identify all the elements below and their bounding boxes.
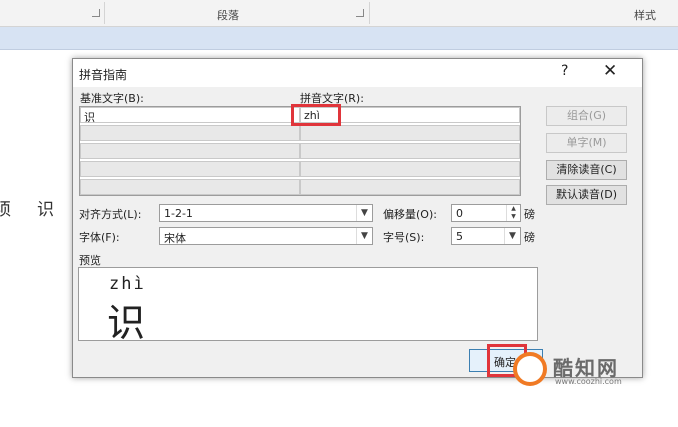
ribbon-bar: 段落 样式	[0, 0, 678, 27]
base-text-field[interactable]	[80, 179, 300, 195]
help-icon[interactable]: ?	[561, 63, 568, 79]
base-text-field[interactable]	[80, 161, 300, 177]
base-text-value: 识	[84, 111, 95, 124]
pinyin-text-field[interactable]	[300, 161, 520, 177]
chevron-down-icon[interactable]: ▼	[356, 228, 372, 244]
dialog-titlebar: 拼音指南 ? ✕	[73, 59, 642, 87]
dialog-title: 拼音指南	[79, 68, 128, 82]
pinyin-text-field[interactable]	[300, 125, 520, 141]
base-text-field[interactable]	[80, 125, 300, 141]
single-char-button[interactable]: 单字(M)	[546, 133, 627, 153]
preview-char: 识	[107, 301, 146, 345]
size-label: 字号(S):	[383, 231, 425, 244]
base-text-field[interactable]: 识	[80, 107, 300, 124]
preview-box: zhì 识	[78, 267, 538, 345]
chevron-down-icon[interactable]: ▼	[356, 205, 372, 221]
ribbon-separator	[104, 2, 105, 24]
size-value: 5	[456, 230, 463, 243]
pinyin-highlight	[291, 104, 341, 126]
alignment-label: 对齐方式(L):	[79, 208, 142, 221]
ruler	[0, 27, 678, 50]
chevron-down-icon[interactable]: ▼	[504, 228, 520, 244]
dialog-launcher-icon[interactable]	[356, 9, 364, 17]
offset-value: 0	[456, 207, 463, 220]
pinyin-text-field[interactable]	[300, 143, 520, 159]
font-value: 宋体	[164, 232, 186, 245]
preview-pinyin: zhì	[109, 274, 146, 294]
preview-label: 预览	[79, 254, 101, 267]
size-unit: 磅	[524, 231, 535, 244]
ribbon-group-styles: 样式	[634, 9, 656, 22]
document-char: 须	[0, 200, 11, 220]
dialog-launcher-icon[interactable]	[92, 9, 100, 17]
offset-unit: 磅	[524, 208, 535, 221]
ribbon-group-paragraph: 段落	[217, 9, 239, 22]
spin-buttons[interactable]: ▲ ▼	[506, 205, 520, 221]
base-text-field[interactable]	[80, 143, 300, 159]
offset-spinner[interactable]: 0 ▲ ▼	[451, 204, 521, 222]
alignment-select[interactable]: 1-2-1 ▼	[159, 204, 373, 222]
logo-icon	[513, 352, 547, 386]
size-select[interactable]: 5 ▼	[451, 227, 521, 245]
close-icon[interactable]: ✕	[603, 61, 617, 81]
ribbon-separator	[369, 2, 370, 24]
font-select[interactable]: 宋体 ▼	[159, 227, 373, 245]
watermark-url: www.coozhi.com	[555, 377, 622, 386]
pinyin-text-field[interactable]	[300, 179, 520, 195]
font-label: 字体(F):	[79, 231, 120, 244]
offset-label: 偏移量(O):	[383, 208, 437, 221]
clear-phonetic-button[interactable]: 清除读音(C)	[546, 160, 627, 180]
alignment-value: 1-2-1	[164, 207, 193, 220]
document-char: 识	[37, 200, 54, 220]
group-button[interactable]: 组合(G)	[546, 106, 627, 126]
default-phonetic-button[interactable]: 默认读音(D)	[546, 185, 627, 205]
phonetic-guide-dialog: 拼音指南 ? ✕ 基准文字(B): 拼音文字(R): 识 zhì 组合(G) 单…	[72, 58, 643, 378]
watermark-logo: 酷知网 www.coozhi.com	[513, 350, 673, 390]
base-text-label: 基准文字(B):	[80, 92, 144, 105]
